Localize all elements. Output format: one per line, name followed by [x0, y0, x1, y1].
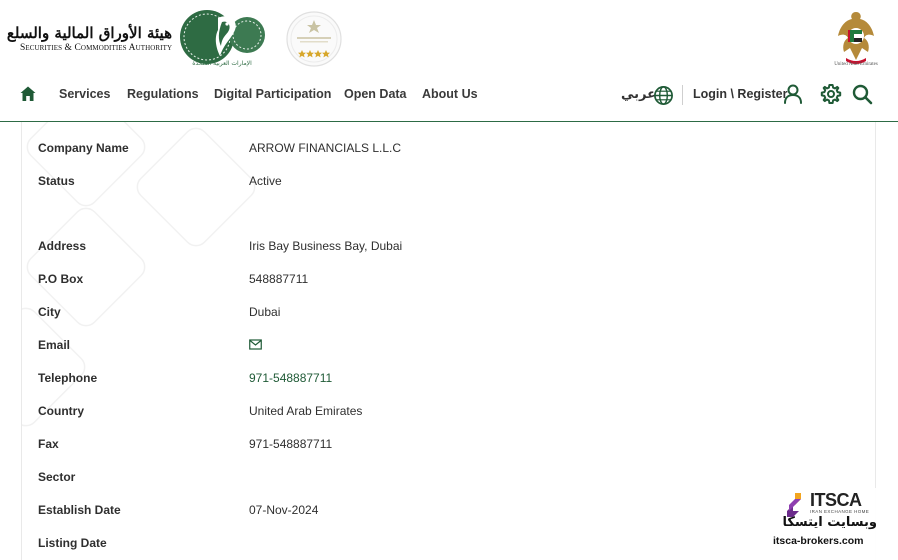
detail-label: Sector [38, 470, 76, 484]
nav-item-digital-participation[interactable]: Digital Participation [214, 87, 331, 101]
main-nav: Services Regulations Digital Participati… [0, 82, 898, 110]
watermark-arabic-text: وبسایت ایتسکا [782, 515, 877, 530]
detail-label: Fax [38, 437, 59, 451]
detail-label: Listing Date [38, 536, 107, 550]
excellence-award-icon[interactable] [286, 10, 342, 68]
emblem-caption: الإمارات العربية المتحدة [192, 60, 252, 67]
detail-label: City [38, 305, 61, 319]
nav-item-about-us[interactable]: About Us [422, 87, 478, 101]
detail-label: Status [38, 174, 75, 188]
detail-value: Iris Bay Business Bay, Dubai [249, 239, 403, 253]
login-register-link[interactable]: Login \ Register [693, 85, 787, 103]
detail-label: P.O Box [38, 272, 84, 286]
detail-value: 971-548887711 [249, 437, 333, 451]
language-label: عربي [621, 87, 657, 102]
detail-label: Establish Date [38, 503, 121, 517]
site-header: هيئة الأوراق المالية والسلع Securities &… [0, 0, 898, 122]
watermark-brand: ITSCA [810, 490, 862, 510]
uae-emblem-caption: United Arab Emirates [834, 62, 878, 67]
nav-item-open-data[interactable]: Open Data [344, 87, 407, 101]
detail-value: Dubai [249, 305, 281, 319]
detail-row-city: City Dubai [22, 305, 875, 338]
mail-icon[interactable] [249, 339, 262, 350]
user-icon[interactable] [782, 83, 804, 105]
detail-value: 07-Nov-2024 [249, 503, 319, 517]
detail-row-po-box: P.O Box 548887711 [22, 272, 875, 305]
detail-value: 548887711 [249, 272, 309, 286]
detail-label: Address [38, 239, 87, 253]
nav-item-services[interactable]: Services [59, 87, 110, 101]
falcon-emblem-icon: الإمارات العربية المتحدة [180, 10, 265, 67]
detail-value: Active [249, 174, 282, 188]
sca-logo-english-text: Securities & Commodities Authority [20, 43, 173, 53]
globe-icon [654, 86, 673, 105]
login-register-label: Login \ Register [693, 87, 788, 101]
detail-label: Email [38, 338, 71, 352]
detail-row-company-name: Company Name ARROW FINANCIALS L.L.C [22, 141, 875, 174]
nav-divider [682, 85, 683, 105]
detail-row-telephone: Telephone 971-548887711 [22, 371, 875, 404]
detail-row-status: Status Active [22, 174, 875, 207]
detail-row-country: Country United Arab Emirates [22, 404, 875, 437]
detail-row-email: Email [22, 338, 875, 371]
search-icon[interactable] [851, 83, 873, 105]
telephone-link[interactable]: 971-548887711 [249, 371, 332, 385]
detail-label: Country [38, 404, 84, 418]
sca-logo-arabic-text: هيئة الأوراق المالية والسلع [6, 24, 172, 42]
home-icon[interactable] [19, 85, 37, 103]
detail-value: ARROW FINANCIALS L.L.C [249, 141, 402, 155]
detail-label: Company Name [38, 141, 129, 155]
page: هيئة الأوراق المالية والسلع Securities &… [0, 0, 898, 560]
watermark-tagline: IRAN EXCHANGE HOME [810, 509, 870, 514]
sca-logo[interactable]: هيئة الأوراق المالية والسلع Securities &… [6, 10, 270, 68]
gear-icon[interactable] [820, 83, 842, 105]
detail-label: Telephone [38, 371, 98, 385]
detail-value: United Arab Emirates [249, 404, 363, 418]
nav-item-regulations[interactable]: Regulations [127, 87, 199, 101]
detail-row-address: Address Iris Bay Business Bay, Dubai [22, 239, 875, 272]
detail-row-fax: Fax 971-548887711 [22, 437, 875, 470]
itsca-watermark: ITSCA IRAN EXCHANGE HOME وبسایت ایتسکا i… [741, 488, 898, 560]
watermark-url: itsca-brokers.com [773, 535, 864, 547]
uae-emblem-icon[interactable] [834, 8, 878, 70]
